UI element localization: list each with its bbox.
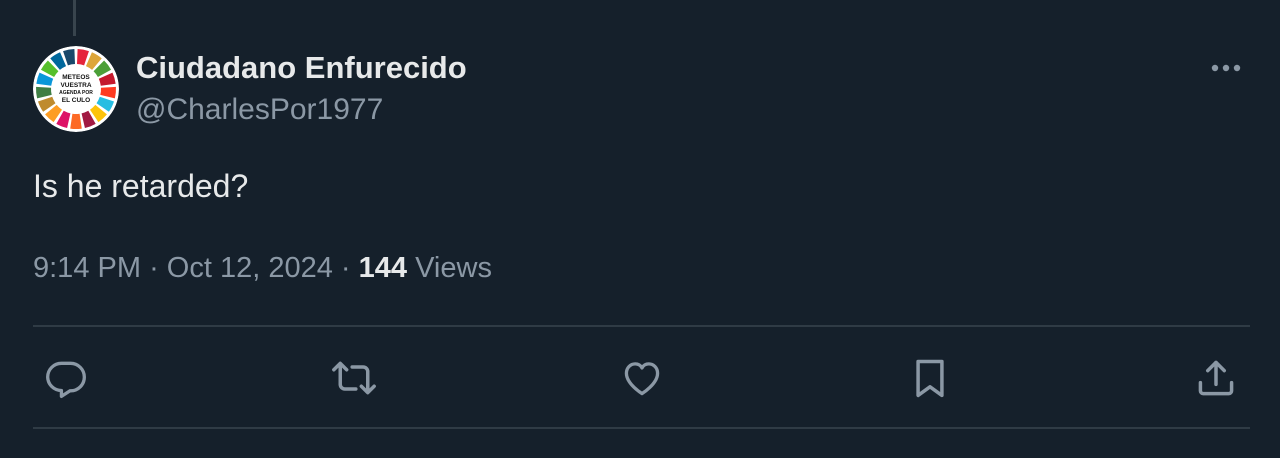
- reply-icon: [46, 361, 86, 398]
- meta-separator: ·: [149, 252, 159, 284]
- heart-icon: [624, 362, 660, 396]
- author-display-name[interactable]: Ciudadano Enfurecido: [136, 50, 467, 86]
- avatar-text-line-1: METEOS: [62, 74, 90, 81]
- avatar[interactable]: METEOS VUESTRA AGENDA POR EL CULO: [33, 46, 119, 132]
- share-icon: [1198, 360, 1234, 396]
- more-horizontal-icon: [1211, 64, 1241, 72]
- tweet-date[interactable]: Oct 12, 2024: [167, 252, 333, 284]
- share-button[interactable]: [1194, 356, 1238, 400]
- avatar-text-line-4: EL CULO: [62, 97, 90, 104]
- tweet-text: Is he retarded?: [33, 168, 249, 204]
- meta-separator: ·: [340, 252, 351, 284]
- retweet-icon: [332, 361, 376, 395]
- more-options-button[interactable]: [1206, 52, 1246, 84]
- divider: [33, 427, 1250, 429]
- bookmark-button[interactable]: [908, 356, 952, 400]
- thread-connector-line: [73, 0, 76, 36]
- reply-button[interactable]: [44, 356, 88, 400]
- tweet-metadata: 9:14 PM · Oct 12, 2024 · 144 Views: [33, 252, 492, 285]
- avatar-text-line-3: AGENDA POR: [59, 90, 93, 96]
- retweet-button[interactable]: [332, 356, 376, 400]
- avatar-text-line-2: VUESTRA: [60, 82, 91, 89]
- tweet-detail: METEOS VUESTRA AGENDA POR EL CULO Ciudad…: [0, 0, 1280, 458]
- divider: [33, 325, 1250, 327]
- bookmark-icon: [916, 359, 944, 398]
- views-count[interactable]: 144: [359, 252, 407, 284]
- tweet-time[interactable]: 9:14 PM: [33, 252, 141, 284]
- like-button[interactable]: [620, 356, 664, 400]
- author-handle[interactable]: @CharlesPor1977: [136, 93, 383, 127]
- avatar-image: METEOS VUESTRA AGENDA POR EL CULO: [33, 46, 119, 132]
- views-label[interactable]: Views: [415, 252, 492, 284]
